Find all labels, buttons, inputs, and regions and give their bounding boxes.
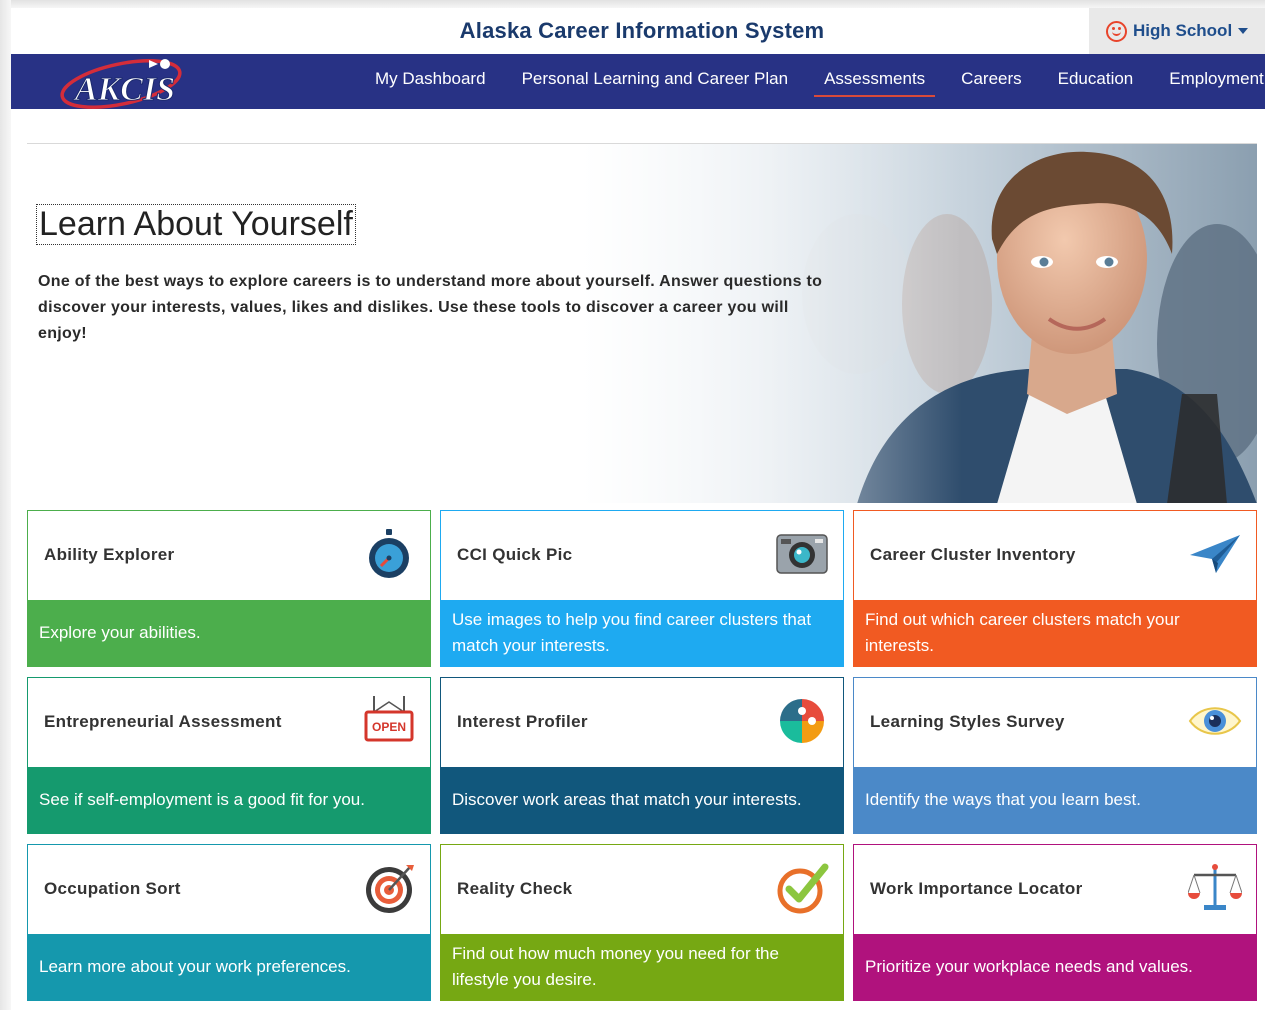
card-occupation-sort[interactable]: Occupation Sort Learn more about your wor… <box>27 844 431 1001</box>
card-learning-styles-survey[interactable]: Learning Styles Survey Identify the ways … <box>853 677 1257 834</box>
card-description: Explore your abilities. <box>28 600 430 666</box>
card-title[interactable]: Occupation Sort <box>44 879 181 899</box>
page-title: Learn About Yourself <box>36 204 356 245</box>
top-bar: Alaska Career Information System High Sc… <box>11 8 1265 54</box>
card-description: Use images to help you find career clust… <box>441 600 843 666</box>
caret-down-icon <box>1238 28 1249 34</box>
card-description: Find out how much money you need for the… <box>441 934 843 1000</box>
puzzle-icon <box>775 694 829 748</box>
svg-text:AKCIS: AKCIS <box>73 71 175 108</box>
akcis-logo[interactable]: AKCIS <box>53 54 193 112</box>
level-selector[interactable]: High School <box>1089 8 1265 54</box>
nav-employment[interactable]: Employment <box>1151 54 1265 109</box>
eye-icon <box>1188 694 1242 748</box>
card-description: Discover work areas that match your inte… <box>441 767 843 833</box>
scales-icon <box>1187 861 1243 915</box>
card-title[interactable]: CCI Quick Pic <box>457 545 572 565</box>
card-title[interactable]: Entrepreneurial Assessment <box>44 712 282 732</box>
nav-education[interactable]: Education <box>1040 54 1152 109</box>
card-description: Prioritize your workplace needs and valu… <box>854 934 1256 1000</box>
card-header: Learning Styles Survey <box>854 678 1256 767</box>
level-selector-label: High School <box>1133 21 1233 40</box>
card-title[interactable]: Work Importance Locator <box>870 879 1083 899</box>
page-shadow-top <box>0 0 1265 8</box>
stopwatch-icon <box>362 527 416 581</box>
card-description: Identify the ways that you learn best. <box>854 767 1256 833</box>
card-header: Career Cluster Inventory <box>854 511 1256 600</box>
main-navbar: AKCIS My Dashboard Personal Learning and … <box>11 54 1265 109</box>
card-entrepreneurial-assessment[interactable]: Entrepreneurial Assessment OPEN See if sel… <box>27 677 431 834</box>
card-description: Find out which career clusters match you… <box>854 600 1256 666</box>
open-sign-icon: OPEN <box>362 694 416 748</box>
card-header: Work Importance Locator <box>854 845 1256 934</box>
card-title[interactable]: Ability Explorer <box>44 545 174 565</box>
card-header: Reality Check <box>441 845 843 934</box>
card-career-cluster-inventory[interactable]: Career Cluster Inventory Find out which c… <box>853 510 1257 667</box>
card-header: CCI Quick Pic <box>441 511 843 600</box>
card-cci-quick-pic[interactable]: CCI Quick Pic Use images to help you find… <box>440 510 844 667</box>
card-description: Learn more about your work preferences. <box>28 934 430 1000</box>
card-title[interactable]: Learning Styles Survey <box>870 712 1065 732</box>
card-header: Ability Explorer <box>28 511 430 600</box>
hero-banner: Learn About Yourself One of the best way… <box>27 143 1257 503</box>
site-title: Alaska Career Information System <box>459 18 825 43</box>
face-icon <box>1106 20 1127 42</box>
intro-text: One of the best ways to explore careers … <box>38 273 823 342</box>
nav-my-dashboard[interactable]: My Dashboard <box>357 54 504 109</box>
card-reality-check[interactable]: Reality Check Find out how much money you… <box>440 844 844 1001</box>
nav-menu: My Dashboard Personal Learning and Career… <box>357 54 1265 109</box>
svg-text:OPEN: OPEN <box>372 720 406 734</box>
camera-icon <box>775 527 829 581</box>
card-title[interactable]: Interest Profiler <box>457 712 588 732</box>
nav-careers[interactable]: Careers <box>943 54 1039 109</box>
assessment-cards: Ability Explorer Explore your abilities. C… <box>27 510 1257 1002</box>
card-title[interactable]: Career Cluster Inventory <box>870 545 1076 565</box>
page-shadow-left <box>0 0 11 1010</box>
card-work-importance-locator[interactable]: Work Importance Locator Prioritize your w… <box>853 844 1257 1001</box>
card-header: Occupation Sort <box>28 845 430 934</box>
nav-assessments[interactable]: Assessments <box>806 54 943 109</box>
paper-plane-icon <box>1188 527 1242 581</box>
card-description: See if self-employment is a good fit for… <box>28 767 430 833</box>
card-header: Interest Profiler <box>441 678 843 767</box>
card-title[interactable]: Reality Check <box>457 879 572 899</box>
card-interest-profiler[interactable]: Interest Profiler Discover work areas tha… <box>440 677 844 834</box>
nav-personal-learning-and-career-plan[interactable]: Personal Learning and Career Plan <box>504 54 807 109</box>
page: Alaska Career Information System High Sc… <box>11 8 1265 1010</box>
target-icon <box>362 861 416 915</box>
card-header: Entrepreneurial Assessment OPEN <box>28 678 430 767</box>
checkmark-icon <box>775 861 829 915</box>
card-ability-explorer[interactable]: Ability Explorer Explore your abilities. <box>27 510 431 667</box>
